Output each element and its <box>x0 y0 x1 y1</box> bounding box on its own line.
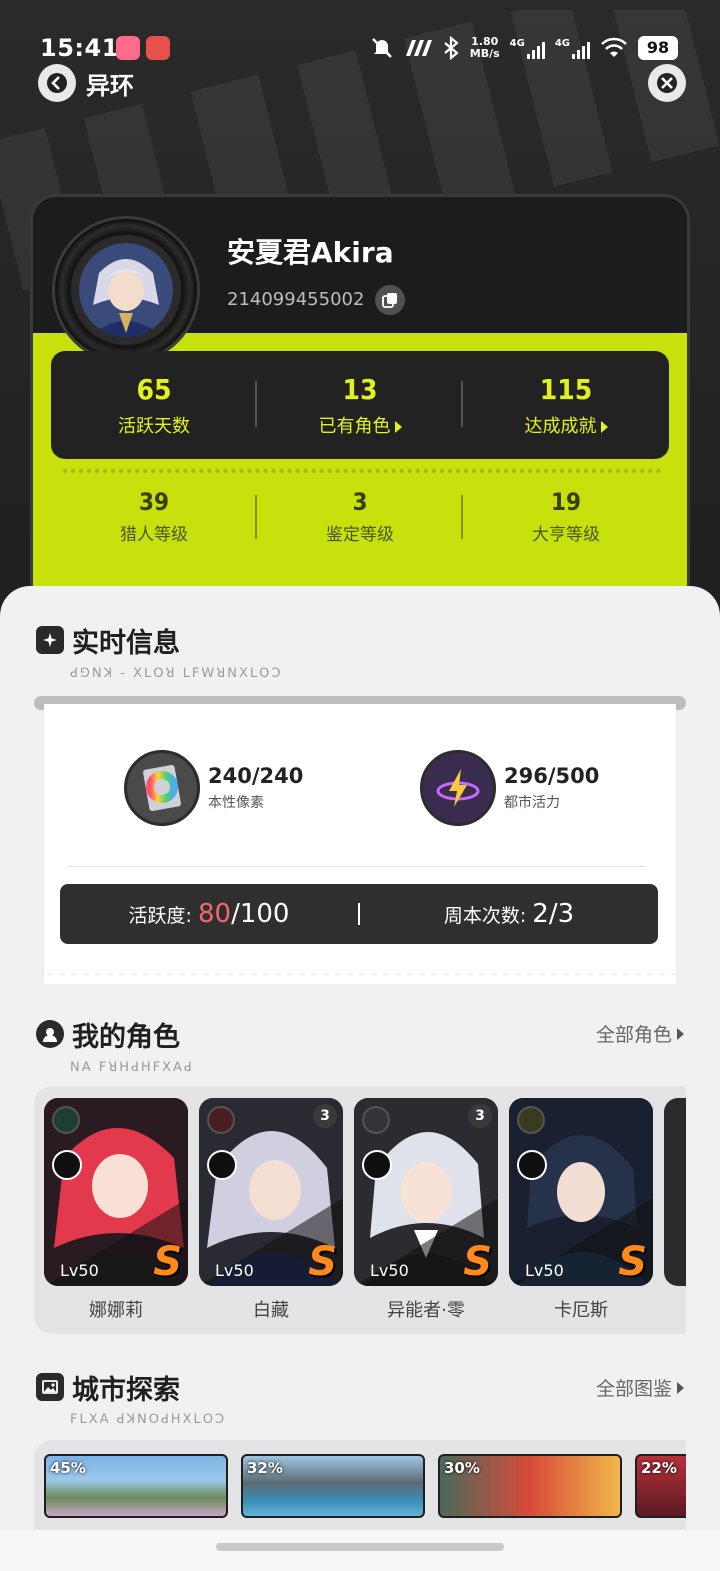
content-sheet: 实时信息 ꓒꓨꓠꓘ - ꓫꓡꓳꓤ ꓡꓝꓪꓤꓠꓫꓡꓳꓛ 240/240 本性像素 … <box>0 586 720 1571</box>
clock: 15:41 <box>40 34 119 62</box>
username: 安夏君Akira <box>227 236 394 269</box>
stat-characters[interactable]: 13 已有角色 <box>257 351 463 459</box>
primary-stats: 65 活跃天数 13 已有角色 115 达成成就 <box>51 351 669 459</box>
role-icon <box>207 1150 237 1180</box>
all-gallery-link[interactable]: 全部图鉴 <box>596 1374 684 1401</box>
chevron-right-icon <box>394 420 402 433</box>
mute-icon <box>371 38 392 58</box>
character-card[interactable]: 3 Lv50 S 白藏 <box>199 1098 343 1322</box>
bilibili-notification-icon <box>116 36 140 60</box>
image-gallery-icon <box>36 1373 64 1401</box>
city-area-card[interactable]: 45% <box>44 1454 228 1518</box>
characters-section-header: 我的角色 <box>36 1014 180 1054</box>
lightning-orbit-icon <box>420 750 496 826</box>
s-rank-badge: S <box>153 1239 182 1285</box>
activity-bar: 活跃度: 80/100 周本次数: 2/3 <box>60 884 658 944</box>
signal-1: 4G <box>510 38 545 59</box>
s-rank-badge: S <box>618 1239 647 1285</box>
stat-achievements[interactable]: 115 达成成就 <box>463 351 669 459</box>
app-notification-icon <box>146 36 170 60</box>
section-subtitle: ꓝꓡꓫꓮ ꓒꓘꓠꓳꓒꓧꓫꓡꓳꓛ <box>70 1412 227 1427</box>
city-section-header: 城市探索 <box>36 1367 180 1407</box>
divider <box>68 866 646 867</box>
element-icon <box>517 1106 545 1134</box>
role-icon <box>517 1150 547 1180</box>
awakening-rank-badge: 3 <box>313 1104 337 1128</box>
back-button[interactable] <box>38 64 76 102</box>
character-profile-icon <box>36 1020 64 1048</box>
element-icon <box>362 1106 390 1134</box>
character-card[interactable]: Lv50 S 卡厄斯 <box>509 1098 653 1322</box>
stat-hunter-level: 39 猎人等级 <box>51 481 257 551</box>
character-card[interactable]: Lv50 S 娜娜莉 <box>44 1098 188 1322</box>
city-area-card[interactable]: 22% <box>635 1454 686 1518</box>
close-icon <box>657 73 677 93</box>
character-card-partial[interactable] <box>664 1098 686 1286</box>
profile-card: 安夏君Akira 214099455002 65 活跃天数 13 已有角色 11… <box>30 194 690 614</box>
profile-header: 15:41 1.80 MB/s 4G 4G 98 异环 安夏君Akira 214… <box>0 0 720 640</box>
back-arrow-icon <box>47 73 67 93</box>
weekly-dungeon-count: 周本次数: 2/3 <box>443 899 575 929</box>
character-card[interactable]: 3 Lv50 S 异能者·零 <box>354 1098 498 1322</box>
section-subtitle: ꓠꓮ ꓝꓤꓧꓒꓧꓝꓫꓮꓒ <box>70 1060 194 1075</box>
stat-appraisal-level: 3 鉴定等级 <box>257 481 463 551</box>
section-title: 我的角色 <box>72 1021 180 1053</box>
dotted-divider <box>63 469 661 473</box>
navigation-bar: 异环 <box>0 62 720 102</box>
resource-city-vitality: 296/500 都市活力 <box>420 748 599 828</box>
role-icon <box>52 1150 82 1180</box>
section-title: 城市探索 <box>72 1374 180 1406</box>
city-area-card[interactable]: 30% <box>438 1454 622 1518</box>
realtime-section-header: 实时信息 <box>36 620 180 660</box>
user-id: 214099455002 <box>227 289 365 310</box>
all-characters-link[interactable]: 全部角色 <box>596 1020 684 1047</box>
city-area-card[interactable]: 32% <box>241 1454 425 1518</box>
element-icon <box>52 1106 80 1134</box>
close-button[interactable] <box>648 64 686 102</box>
activity-score: 活跃度: 80/100 <box>128 899 290 929</box>
copy-icon <box>382 293 397 308</box>
s-rank-badge: S <box>463 1239 492 1285</box>
chevron-right-icon <box>677 1381 684 1394</box>
secondary-stats: 39 猎人等级 3 鉴定等级 19 大亨等级 <box>51 481 669 551</box>
network-speed: 1.80 MB/s <box>469 35 500 60</box>
realtime-info-icon <box>36 626 64 654</box>
copy-uid-button[interactable] <box>375 285 405 315</box>
home-indicator[interactable] <box>216 1543 504 1551</box>
stat-tycoon-level: 19 大亨等级 <box>532 487 600 545</box>
wifi-icon <box>601 37 627 57</box>
realtime-info-panel: 240/240 本性像素 296/500 都市活力 活跃度: 80/100 周本… <box>44 704 676 974</box>
bluetooth-icon <box>444 36 459 60</box>
role-icon <box>362 1150 392 1180</box>
receipt-tear-edge <box>44 970 676 984</box>
character-list[interactable]: Lv50 S 娜娜莉 3 Lv50 S 白藏 3 Lv50 S 异能者·零 Lv… <box>34 1086 686 1334</box>
section-subtitle: ꓒꓨꓠꓘ - ꓫꓡꓳꓤ ꓡꓝꓪꓤꓠꓫꓡꓳꓛ <box>70 666 283 681</box>
signal-2: 4G <box>555 38 590 59</box>
stat-active-days: 65 活跃天数 <box>51 351 257 459</box>
chevron-right-icon <box>600 420 608 433</box>
nfc-icon <box>405 40 432 56</box>
avatar-frame[interactable] <box>55 219 197 361</box>
battery-indicator: 98 <box>638 36 678 60</box>
s-rank-badge: S <box>308 1239 337 1285</box>
resource-pixels: 240/240 本性像素 <box>124 748 303 828</box>
chevron-right-icon <box>677 1027 684 1040</box>
color-wheel-card-icon <box>124 750 200 826</box>
element-icon <box>207 1106 235 1134</box>
awakening-rank-badge: 3 <box>468 1104 492 1128</box>
page-title: 异环 <box>86 72 134 100</box>
avatar <box>79 243 173 337</box>
section-title: 实时信息 <box>72 627 180 659</box>
